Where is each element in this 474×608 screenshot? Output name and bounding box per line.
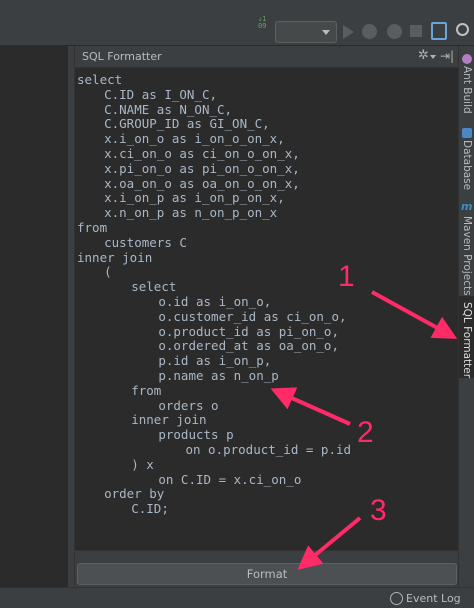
sql-formatter-panel: SQL Formatter ✲ ⇥| select C.ID as I_ON_C,… xyxy=(74,46,459,587)
chevron-down-icon[interactable] xyxy=(430,55,436,59)
sort-icon[interactable]: ↓1 09 xyxy=(258,16,274,32)
run-configuration-select[interactable] xyxy=(275,21,337,43)
database-icon xyxy=(462,128,472,138)
code-line: on o.product_id = p.id xyxy=(185,442,352,457)
tab-label: Database xyxy=(461,140,473,191)
format-button[interactable]: Format xyxy=(77,563,457,585)
gear-icon[interactable]: ✲ xyxy=(418,48,429,63)
tab-sql-formatter[interactable]: SQL Formatter xyxy=(459,296,474,378)
tab-maven-projects[interactable]: m Maven Projects xyxy=(459,198,474,296)
hide-panel-icon[interactable]: ⇥| xyxy=(440,49,454,63)
maven-icon: m xyxy=(461,200,473,213)
code-line: on C.ID = x.ci_on_o xyxy=(158,471,302,487)
project-structure-icon[interactable] xyxy=(431,22,447,40)
tab-label: SQL Formatter xyxy=(461,302,473,379)
editor-area[interactable] xyxy=(0,46,68,587)
search-icon[interactable] xyxy=(456,23,469,36)
run-icon[interactable] xyxy=(343,25,354,39)
tab-ant-build[interactable]: Ant Build xyxy=(459,46,474,116)
coverage-icon[interactable] xyxy=(387,24,402,39)
code-line: x.n_on_p as n_on_p_on_x xyxy=(104,205,278,221)
event-log-icon[interactable] xyxy=(390,592,403,605)
sql-editor[interactable]: select C.ID as I_ON_C, C.NAME as N_ON_C, C.… xyxy=(75,68,459,551)
main-toolbar: ↓1 09 xyxy=(0,0,474,46)
stop-icon[interactable] xyxy=(410,25,422,37)
chevron-down-icon xyxy=(322,30,330,35)
event-log-link[interactable]: Event Log xyxy=(406,592,461,605)
annotation-2: 2 xyxy=(357,416,374,449)
code-line: ( xyxy=(104,264,112,280)
tab-label: Ant Build xyxy=(461,66,473,114)
ant-icon xyxy=(462,54,472,64)
code-line: C.ID; xyxy=(131,501,169,517)
status-bar: Event Log xyxy=(0,587,474,608)
format-bar: Format xyxy=(75,551,459,587)
right-tool-strip: Ant Build Database m Maven Projects SQL … xyxy=(458,46,474,587)
code-line: from xyxy=(131,382,162,398)
code-line: from xyxy=(77,220,108,235)
code-line: ) x xyxy=(131,456,154,472)
tab-database[interactable]: Database xyxy=(459,120,474,190)
debug-icon[interactable] xyxy=(362,24,377,39)
annotation-3: 3 xyxy=(370,494,387,527)
annotation-1: 1 xyxy=(338,260,355,293)
code-line: p.name as n_on_p xyxy=(158,368,279,383)
code-line: inner join xyxy=(77,249,153,265)
panel-title: SQL Formatter xyxy=(82,50,162,63)
panel-header: SQL Formatter ✲ ⇥| xyxy=(75,46,459,68)
tab-label: Maven Projects xyxy=(461,216,473,296)
